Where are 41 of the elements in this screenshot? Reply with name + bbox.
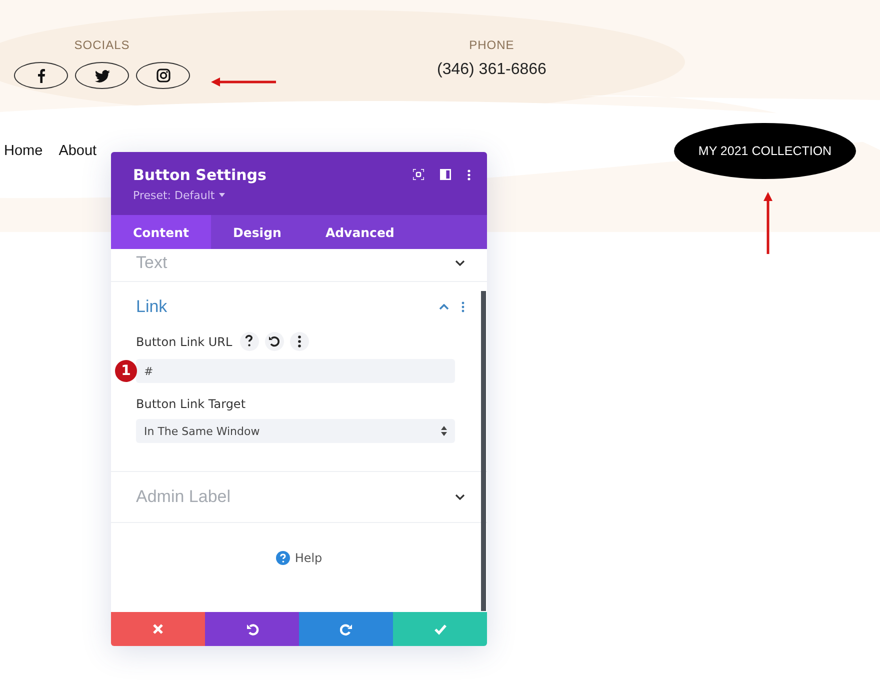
reset-icon[interactable] bbox=[265, 332, 284, 351]
social-button[interactable] bbox=[136, 62, 190, 89]
nav-link[interactable]: About bbox=[58, 143, 97, 159]
panel-title: Button Settings bbox=[133, 166, 268, 184]
focus-icon[interactable] bbox=[413, 169, 424, 180]
undo-icon bbox=[246, 622, 258, 636]
scrollbar[interactable] bbox=[481, 291, 486, 611]
social-button[interactable] bbox=[14, 62, 68, 89]
dropdown-value: In The Same Window bbox=[144, 424, 260, 438]
caret-icon bbox=[218, 193, 225, 197]
arrow-icon bbox=[211, 77, 277, 87]
url-field[interactable]: # bbox=[136, 359, 455, 383]
tab[interactable]: Content bbox=[111, 215, 211, 249]
arrow-icon bbox=[763, 192, 773, 254]
columns-icon[interactable] bbox=[440, 169, 451, 180]
check-icon bbox=[434, 622, 446, 636]
facebook-icon bbox=[38, 68, 44, 82]
kebab-icon[interactable] bbox=[467, 168, 471, 180]
instagram-icon bbox=[154, 67, 172, 84]
social-button[interactable] bbox=[75, 62, 129, 89]
phone-number: (346) 361-6866 bbox=[437, 61, 546, 79]
redo-icon bbox=[340, 622, 352, 636]
chevron-icon[interactable] bbox=[455, 494, 465, 500]
chevron-icon[interactable] bbox=[455, 260, 465, 266]
target-dropdown[interactable]: In The Same Window bbox=[136, 419, 455, 443]
kebab-icon[interactable] bbox=[290, 332, 310, 351]
preset-dropdown[interactable]: Preset: Default bbox=[133, 188, 413, 202]
tab[interactable]: Design bbox=[211, 215, 304, 249]
tab[interactable]: Advanced bbox=[303, 215, 416, 249]
bird-icon bbox=[94, 67, 110, 84]
field-label: Button Link URL bbox=[136, 334, 232, 348]
phone-label: PHONE bbox=[469, 38, 514, 52]
step-badge: 1 bbox=[115, 360, 137, 382]
nav-link[interactable]: Home bbox=[4, 143, 43, 159]
help-icon[interactable] bbox=[240, 332, 260, 351]
help-link[interactable]: Help bbox=[294, 551, 322, 565]
close-icon bbox=[152, 622, 164, 636]
sort-icon bbox=[441, 426, 447, 436]
field-label: Button Link Target bbox=[136, 397, 246, 411]
section-title[interactable]: Link bbox=[136, 297, 439, 317]
socials-label: SOCIALS bbox=[74, 38, 130, 52]
